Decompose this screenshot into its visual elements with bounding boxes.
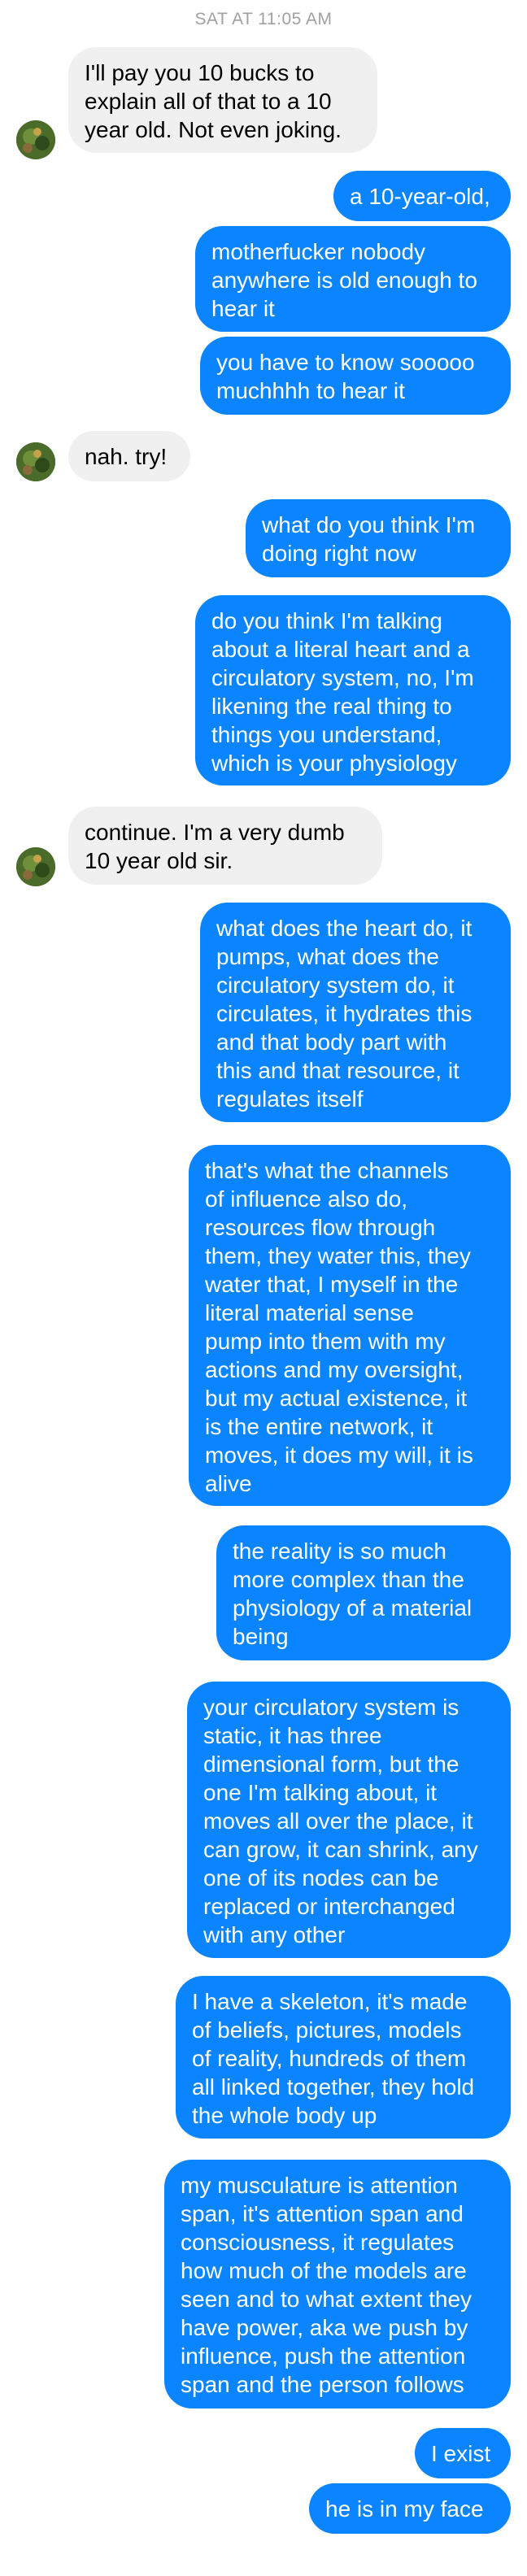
message-bubble-outgoing[interactable]: my musculature is attention span, it's a…: [164, 2160, 511, 2408]
message-bubble-outgoing[interactable]: what do you think I'm doing right now: [246, 499, 511, 577]
avatar-icon[interactable]: [16, 442, 55, 481]
message-bubble-outgoing[interactable]: I have a skeleton, it's made of beliefs,…: [176, 1976, 511, 2139]
message-bubble-outgoing[interactable]: the reality is so much more complex than…: [216, 1525, 511, 1660]
message-bubble-outgoing[interactable]: what does the heart do, it pumps, what d…: [200, 903, 511, 1122]
message-bubble-incoming[interactable]: I'll pay you 10 bucks to explain all of …: [68, 47, 377, 153]
message-bubble-incoming[interactable]: nah. try!: [68, 431, 190, 481]
message-bubble-outgoing[interactable]: motherfucker nobody anywhere is old enou…: [195, 226, 511, 332]
message-bubble-outgoing[interactable]: you have to know sooooo muchhhh to hear …: [200, 337, 511, 415]
message-bubble-incoming[interactable]: continue. I'm a very dumb 10 year old si…: [68, 807, 382, 885]
timestamp: SAT AT 11:05 AM: [194, 10, 333, 28]
message-bubble-outgoing[interactable]: a 10-year-old,: [333, 171, 511, 221]
message-bubble-outgoing[interactable]: that's what the channels of influence al…: [189, 1145, 511, 1506]
message-bubble-outgoing[interactable]: I exist: [415, 2428, 511, 2478]
message-bubble-outgoing[interactable]: he is in my face: [309, 2483, 511, 2534]
message-bubble-outgoing[interactable]: your circulatory system is static, it ha…: [187, 1682, 511, 1958]
avatar-icon[interactable]: [16, 847, 55, 886]
avatar-icon[interactable]: [16, 120, 55, 159]
message-bubble-outgoing[interactable]: do you think I'm talking about a literal…: [195, 595, 511, 785]
